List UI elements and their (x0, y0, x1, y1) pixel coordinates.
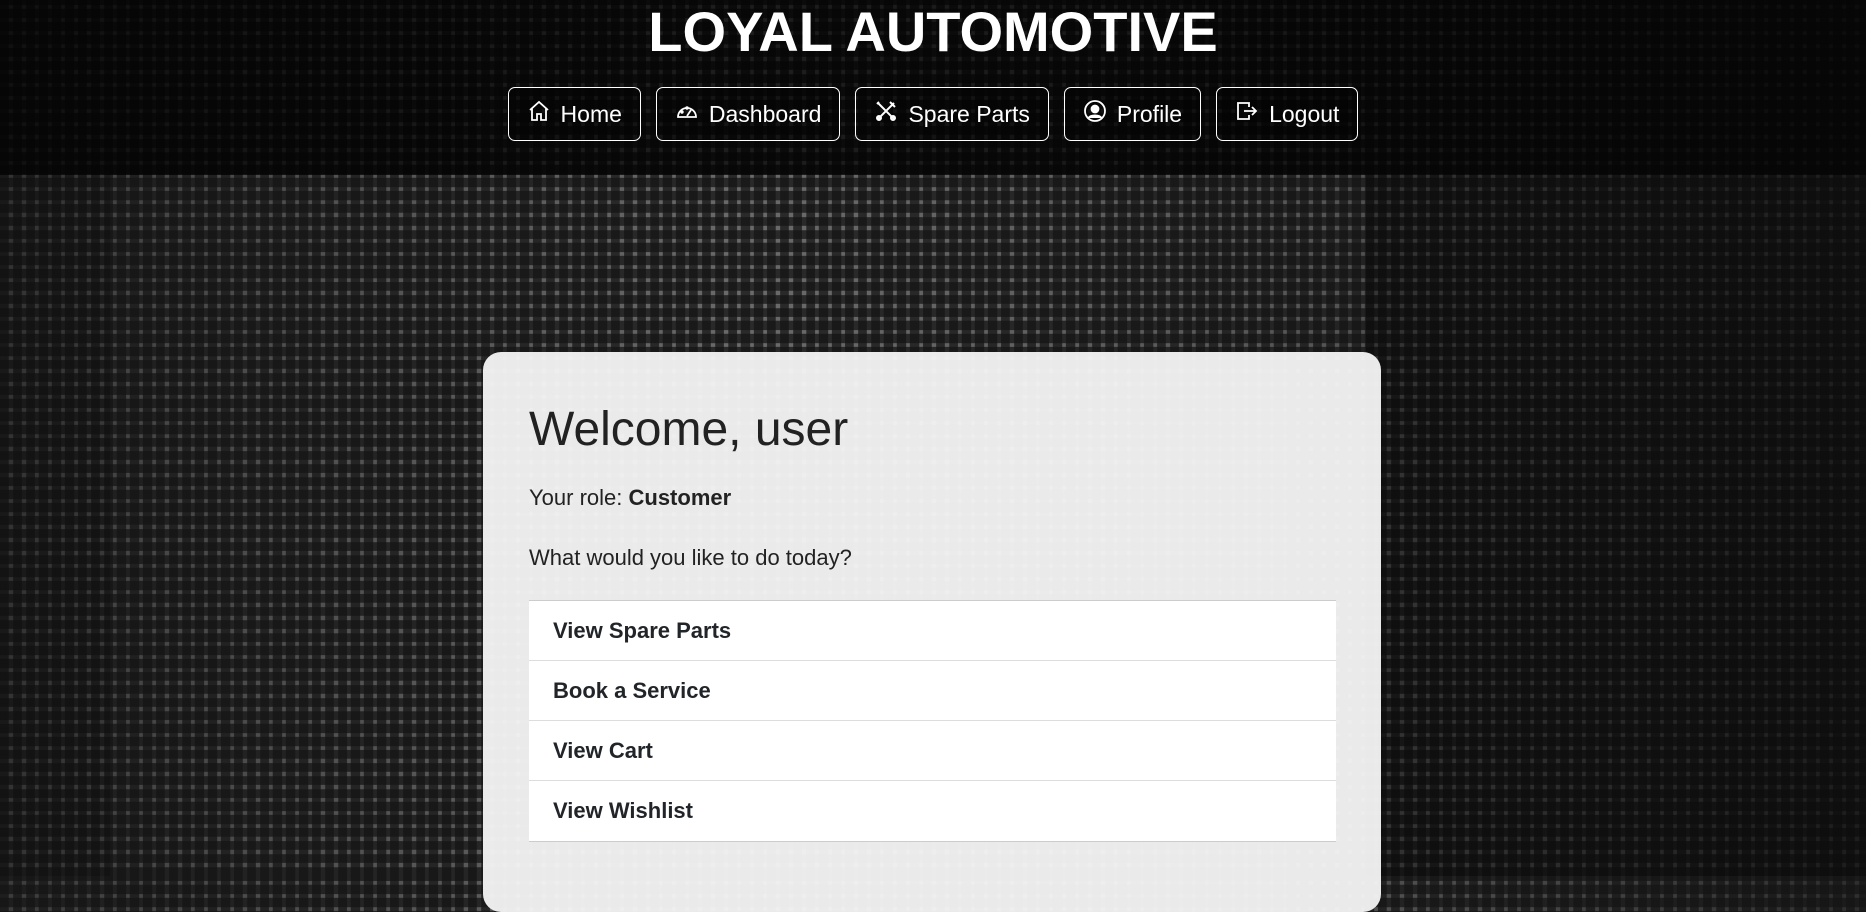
speedometer-icon (675, 99, 699, 129)
action-book-service[interactable]: Book a Service (529, 661, 1336, 721)
role-value: Customer (628, 485, 732, 510)
background-shade (0, 175, 110, 876)
nav-dashboard-button[interactable]: Dashboard (655, 87, 841, 141)
action-view-spare-parts[interactable]: View Spare Parts (529, 601, 1336, 661)
action-list: View Spare Parts Book a Service View Car… (529, 600, 1336, 842)
user-circle-icon (1083, 99, 1107, 129)
tools-icon (874, 99, 898, 129)
nav-label: Home (560, 100, 622, 127)
nav-home-button[interactable]: Home (507, 87, 641, 141)
nav-profile-button[interactable]: Profile (1063, 87, 1202, 141)
nav-label: Logout (1269, 100, 1340, 127)
role-line: Your role: Customer (529, 485, 731, 511)
site-title: LOYAL AUTOMOTIVE (648, 0, 1218, 63)
nav-logout-button[interactable]: Logout (1216, 87, 1359, 141)
home-icon (527, 99, 551, 129)
nav-label: Spare Parts (908, 100, 1030, 127)
background-shade (1366, 175, 1866, 876)
nav-label: Profile (1116, 100, 1183, 127)
logout-icon (1235, 99, 1259, 129)
role-label: Your role: (529, 485, 623, 510)
welcome-heading: Welcome, user (529, 403, 849, 456)
action-view-wishlist[interactable]: View Wishlist (529, 781, 1336, 841)
action-view-cart[interactable]: View Cart (529, 721, 1336, 781)
main-nav: Home Dashboard Spare Parts Profile Logou… (0, 87, 1866, 141)
prompt-text: What would you like to do today? (529, 545, 852, 570)
nav-label: Dashboard (708, 100, 822, 127)
nav-spare-parts-button[interactable]: Spare Parts (855, 87, 1049, 141)
welcome-card: Welcome, user Your role: Customer What w… (483, 352, 1381, 912)
